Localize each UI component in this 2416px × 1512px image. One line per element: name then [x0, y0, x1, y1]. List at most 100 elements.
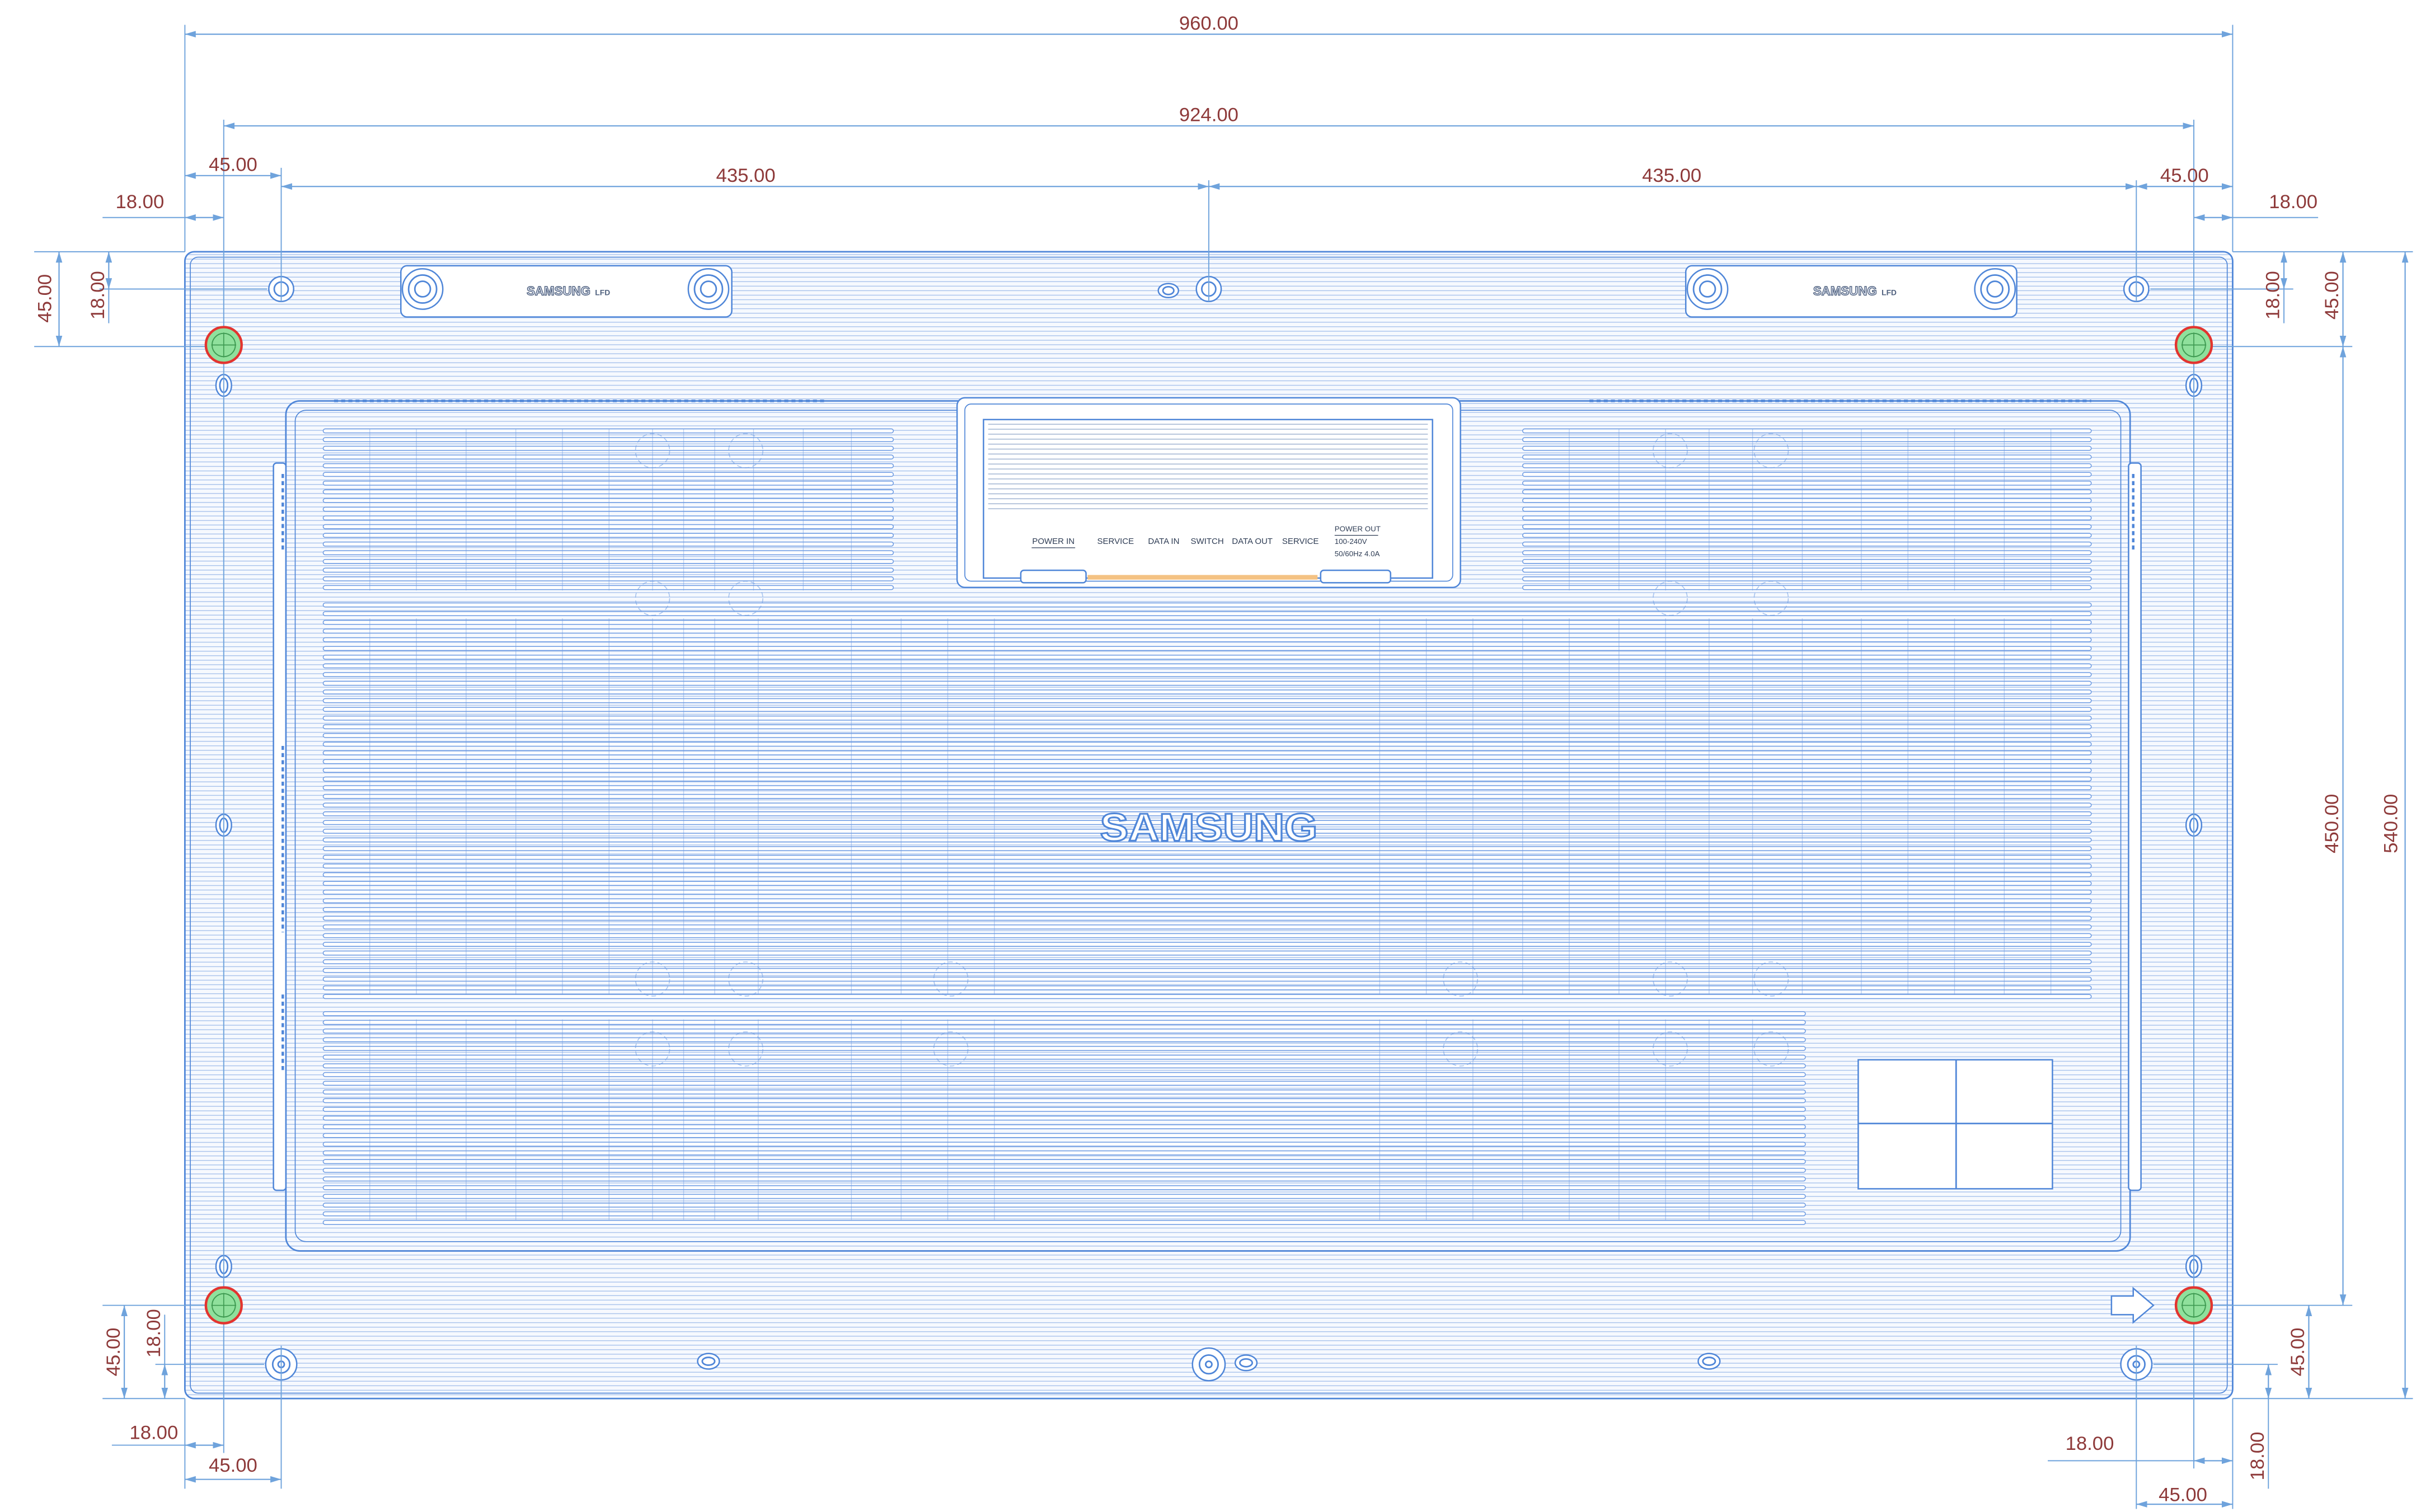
dim-label-bottom-right-45: 45.00: [2159, 1485, 2207, 1506]
mount-point-bottom-right: [2174, 1286, 2213, 1325]
label-data-in: DATA IN: [1148, 537, 1179, 546]
label-data-out: DATA OUT: [1232, 537, 1273, 546]
vent-slot: [322, 663, 2092, 669]
dim-label-left-bottom-vertical-18: 18.00: [143, 1309, 165, 1358]
dim-label-left-bottom-vertical-45: 45.00: [103, 1328, 124, 1377]
vent-slot: [322, 646, 2092, 651]
vent-slot: [1522, 533, 2092, 538]
dim-label-overall-width: 960.00: [1179, 13, 1239, 34]
mount-point-bottom-left: [204, 1286, 243, 1325]
vent-slot: [322, 985, 2092, 990]
vent-slot: [1522, 576, 2092, 581]
bottom-oval-hole: [1697, 1353, 1721, 1370]
label-switch: SWITCH: [1191, 537, 1224, 546]
oval-hole: [1157, 283, 1180, 299]
handle-suffix: LFD: [595, 288, 610, 297]
dim-label-left-top-vertical-45: 45.00: [35, 274, 56, 323]
vent-slot: [1522, 445, 2092, 451]
power-strip: [1087, 575, 1318, 580]
vent-slot: [322, 1220, 1806, 1225]
vent-slot: [1522, 550, 2092, 556]
vent-slot: [322, 924, 2092, 929]
vent-slot: [322, 959, 2092, 965]
label-power-out: POWER OUT: [1335, 525, 1381, 533]
vent-slot: [322, 1185, 1806, 1190]
side-strip-left: [273, 462, 287, 1191]
vent-slot: [322, 732, 2092, 738]
side-strip-right: [2128, 462, 2142, 1191]
dim-label-right-half-span: 435.00: [1642, 165, 1701, 186]
vent-slot: [322, 558, 894, 564]
vent-slot: [322, 428, 894, 434]
dim-label-bottom-left-45: 45.00: [209, 1455, 257, 1476]
vent-slot: [322, 672, 2092, 677]
vent-slot: [1522, 428, 2092, 434]
vent-slot: [322, 611, 2092, 617]
vent-slot: [322, 898, 2092, 904]
vent-slot: [322, 680, 2092, 686]
connector-port-left: [1020, 569, 1087, 584]
vent-slot: [322, 1194, 1806, 1199]
dim-label-mount-span-height: 450.00: [2321, 794, 2343, 853]
vent-slot: [322, 472, 894, 477]
vent-slot: [322, 576, 894, 581]
label-power-in: POWER IN: [1032, 537, 1075, 546]
vent-slot: [322, 602, 2092, 608]
vent-slot: [322, 689, 2092, 694]
dim-label-top-right-18: 18.00: [2269, 191, 2318, 213]
vent-slot: [322, 942, 2092, 947]
dim-label-left-top-vertical-18: 18.00: [87, 271, 109, 320]
vent-slot: [322, 1081, 1806, 1086]
side-strip-right-body: [2128, 462, 2142, 1191]
vent-slot: [322, 715, 2092, 721]
vent-slot: [322, 524, 894, 529]
vent-slot: [322, 759, 2092, 764]
dim-label-overall-height: 540.00: [2381, 794, 2402, 853]
vent-slot: [322, 768, 2092, 773]
dim-label-top-right-45: 45.00: [2160, 165, 2209, 186]
vent-slot: [322, 454, 894, 460]
dim-label-right-bottom-vertical-18: 18.00: [2247, 1432, 2268, 1481]
vent-slot: [322, 567, 894, 573]
vent-slot: [322, 655, 2092, 660]
dim-label-bottom-right-18: 18.00: [2066, 1433, 2114, 1454]
vent-slot: [322, 1167, 1806, 1173]
vent-slot: [322, 750, 2092, 755]
dim-label-right-bottom-vertical-45: 45.00: [2287, 1328, 2309, 1377]
vent-slot: [322, 915, 2092, 921]
vent-slot: [322, 1107, 1806, 1112]
connector-port-right: [1320, 569, 1391, 584]
vent-slot: [322, 1150, 1806, 1156]
vent-slot: [322, 1159, 1806, 1164]
technical-drawing: POWER IN SERVICE DATA IN SWITCH DATA OUT…: [34, 13, 2413, 1509]
vent-slot: [1522, 515, 2092, 520]
handle-brand: SAMSUNG: [1813, 284, 1877, 298]
vent-slot: [322, 533, 894, 538]
label-plate-box: [1857, 1059, 2053, 1190]
dim-label-left-half-span: 435.00: [716, 165, 776, 186]
vent-slot: [322, 707, 2092, 712]
bottom-oval-hole: [697, 1353, 720, 1370]
vent-slot: [322, 1211, 1806, 1217]
bottom-oval-hole: [1234, 1354, 1258, 1372]
vent-slot: [322, 907, 2092, 912]
label-power-out-voltage: 100-240V: [1335, 537, 1367, 546]
vent-slot: [322, 1020, 1806, 1025]
vent-slot: [1522, 498, 2092, 503]
vent-slot: [322, 1124, 1806, 1129]
dim-label-bottom-left-18: 18.00: [129, 1422, 178, 1443]
vent-slot: [322, 1054, 1806, 1060]
vent-slot: [1522, 472, 2092, 477]
vent-slot: [322, 1090, 1806, 1095]
vent-slot: [322, 1029, 1806, 1034]
dim-label-mount-span-width: 924.00: [1179, 105, 1239, 126]
label-power-out-rating: 50/60Hz 4.0A: [1335, 550, 1380, 558]
bottom-hole: [1191, 1347, 1226, 1382]
vent-slot: [322, 445, 894, 451]
vent-slot: [322, 515, 894, 520]
vent-slot: [322, 889, 2092, 895]
vent-slot: [322, 950, 2092, 956]
vent-slot: [322, 437, 894, 442]
vent-slot: [322, 1142, 1806, 1147]
vent-slot: [1522, 463, 2092, 468]
